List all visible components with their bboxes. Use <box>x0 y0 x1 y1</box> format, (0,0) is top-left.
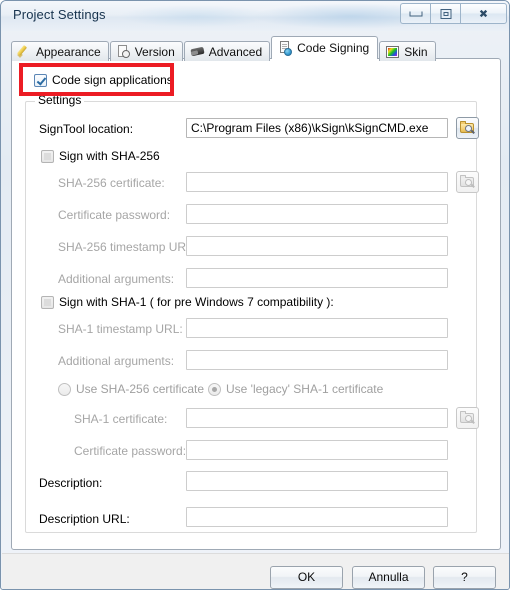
stamp-icon <box>190 44 205 59</box>
tab-code-signing[interactable]: Code Signing <box>271 36 379 59</box>
tab-advanced-label: Advanced <box>208 44 263 59</box>
cancel-button[interactable]: Annulla <box>352 566 425 589</box>
ok-button[interactable]: OK <box>270 566 343 589</box>
sha256-additional-arguments-input[interactable] <box>186 268 448 288</box>
sha256-certificate-password-input[interactable] <box>186 204 448 224</box>
sha256-certificate-input[interactable] <box>186 172 448 192</box>
sign-with-sha256-checkbox[interactable]: Sign with SHA-256 <box>41 149 160 163</box>
sha1-additional-arguments-input[interactable] <box>186 350 448 370</box>
project-settings-dialog: Project Settings ✖ Appearance Version Ad… <box>0 0 510 590</box>
tab-version-label: Version <box>134 44 175 59</box>
code-sign-applications-label: Code sign applications <box>52 73 173 87</box>
sha256-certificate-browse-button[interactable] <box>456 171 479 193</box>
document-clock-icon <box>116 44 131 59</box>
title-bar[interactable]: Project Settings ✖ <box>1 1 509 31</box>
minimize-icon <box>409 11 422 16</box>
tab-appearance-label: Appearance <box>36 44 101 59</box>
signtool-location-label: SignTool location: <box>39 122 134 136</box>
description-input[interactable] <box>186 471 448 491</box>
window-controls: ✖ <box>400 3 507 24</box>
radio-indicator <box>58 382 71 396</box>
document-globe-icon <box>278 40 293 56</box>
radio-use-legacy-sha1-certificate[interactable]: Use 'legacy' SHA-1 certificate <box>208 382 383 396</box>
tab-code-signing-label: Code Signing <box>297 41 370 55</box>
window-title: Project Settings <box>13 7 106 22</box>
description-url-input[interactable] <box>186 507 448 527</box>
maximize-button[interactable] <box>430 3 460 24</box>
tab-appearance[interactable]: Appearance <box>11 41 109 61</box>
minimize-button[interactable] <box>400 3 430 24</box>
sha1-timestamp-url-input[interactable] <box>186 318 448 338</box>
sha1-certificate-password-input[interactable] <box>186 440 448 460</box>
tab-skin-label: Skin <box>404 44 428 59</box>
close-button[interactable]: ✖ <box>460 3 507 24</box>
sha1-additional-arguments-label: Additional arguments: <box>58 354 175 368</box>
help-button[interactable]: ? <box>433 566 496 589</box>
tab-version[interactable]: Version <box>109 41 183 61</box>
pencil-icon <box>17 44 32 59</box>
sha256-timestamp-url-label: SHA-256 timestamp URL: <box>58 240 197 254</box>
sign-with-sha256-label: Sign with SHA-256 <box>59 149 160 163</box>
radio-use-sha256-certificate[interactable]: Use SHA-256 certificate <box>58 382 204 396</box>
dialog-button-bar: OK Annulla ? <box>2 553 509 589</box>
description-label: Description: <box>39 476 103 490</box>
sha1-timestamp-url-label: SHA-1 timestamp URL: <box>58 322 183 336</box>
signtool-browse-button[interactable] <box>456 117 479 139</box>
settings-group-label: Settings <box>35 93 85 107</box>
sha1-certificate-password-label: Certificate password: <box>74 444 187 458</box>
color-palette-icon <box>385 44 400 59</box>
titlebar-glow-secondary <box>121 5 271 27</box>
sha256-additional-arguments-label: Additional arguments: <box>58 272 175 286</box>
sha1-certificate-browse-button[interactable] <box>456 407 479 429</box>
checkbox-indicator <box>41 295 54 309</box>
sha256-certificate-label: SHA-256 certificate: <box>58 176 165 190</box>
maximize-icon <box>440 8 451 19</box>
code-sign-applications-checkbox[interactable]: Code sign applications <box>34 73 173 87</box>
description-url-label: Description URL: <box>39 512 130 526</box>
sha256-timestamp-url-input[interactable] <box>186 236 448 256</box>
sha256-certificate-password-label: Certificate password: <box>58 208 171 222</box>
tab-strip: Appearance Version Advanced Code Signing… <box>11 36 501 61</box>
radio-use-legacy-sha1-certificate-label: Use 'legacy' SHA-1 certificate <box>226 382 384 396</box>
sha1-certificate-label: SHA-1 certificate: <box>74 412 168 426</box>
checkbox-indicator <box>34 73 47 87</box>
checkbox-indicator <box>41 149 54 163</box>
radio-indicator <box>208 382 221 396</box>
tab-advanced[interactable]: Advanced <box>183 41 271 61</box>
settings-group <box>25 101 477 533</box>
close-icon: ✖ <box>478 7 489 20</box>
signtool-location-input[interactable]: C:\Program Files (x86)\kSign\kSignCMD.ex… <box>186 118 448 138</box>
sha1-certificate-input[interactable] <box>186 408 448 428</box>
tab-skin[interactable]: Skin <box>379 41 436 61</box>
radio-use-sha256-certificate-label: Use SHA-256 certificate <box>76 382 205 396</box>
sign-with-sha1-checkbox[interactable]: Sign with SHA-1 ( for pre Windows 7 comp… <box>41 295 334 309</box>
sign-with-sha1-label: Sign with SHA-1 ( for pre Windows 7 comp… <box>59 295 334 309</box>
